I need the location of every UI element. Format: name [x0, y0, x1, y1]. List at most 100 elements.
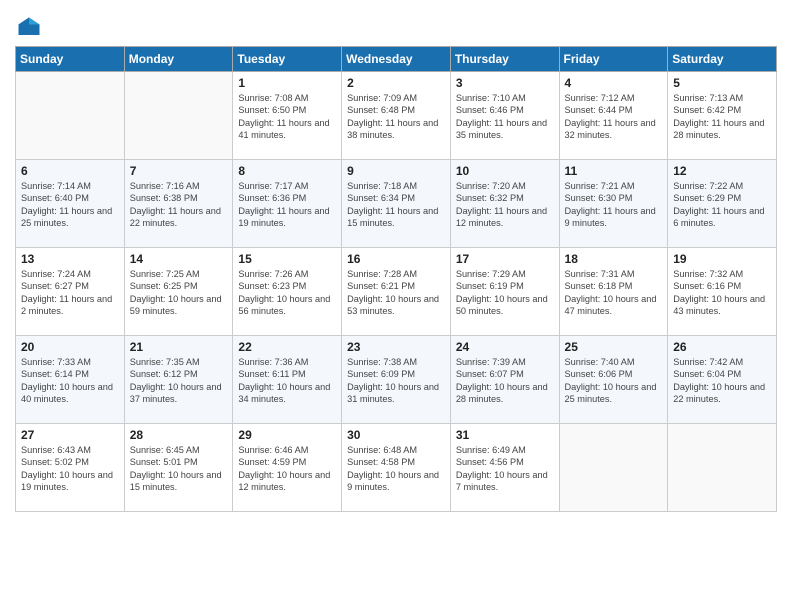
day-info: Sunrise: 7:24 AMSunset: 6:27 PMDaylight:… [21, 268, 119, 318]
day-cell: 21Sunrise: 7:35 AMSunset: 6:12 PMDayligh… [124, 336, 233, 424]
day-number: 14 [130, 252, 228, 266]
day-number: 12 [673, 164, 771, 178]
weekday-sunday: Sunday [16, 47, 125, 72]
day-cell: 13 Sunrise: 7:24 AMSunset: 6:27 PMDayligh… [16, 248, 125, 336]
week-row-3: 13 Sunrise: 7:24 AMSunset: 6:27 PMDayligh… [16, 248, 777, 336]
day-info: Sunrise: 7:10 AMSunset: 6:46 PMDaylight:… [456, 92, 554, 142]
day-cell: 14 Sunrise: 7:25 AMSunset: 6:25 PMDayligh… [124, 248, 233, 336]
day-cell: 20Sunrise: 7:33 AMSunset: 6:14 PMDayligh… [16, 336, 125, 424]
calendar-table: SundayMondayTuesdayWednesdayThursdayFrid… [15, 46, 777, 512]
day-number: 13 [21, 252, 119, 266]
day-info: Sunrise: 7:32 AMSunset: 6:16 PMDaylight:… [673, 268, 771, 318]
week-row-2: 6 Sunrise: 7:14 AMSunset: 6:40 PMDaylight… [16, 160, 777, 248]
day-info: Sunrise: 7:13 AMSunset: 6:42 PMDaylight:… [673, 92, 771, 142]
day-cell: 27 Sunrise: 6:43 AMSunset: 5:02 PMDayligh… [16, 424, 125, 512]
day-info: Sunrise: 6:45 AMSunset: 5:01 PMDaylight:… [130, 444, 228, 494]
day-number: 25 [565, 340, 663, 354]
day-cell: 16Sunrise: 7:28 AMSunset: 6:21 PMDayligh… [342, 248, 451, 336]
day-number: 8 [238, 164, 336, 178]
day-number: 20 [21, 340, 119, 354]
day-cell: 15 Sunrise: 7:26 AMSunset: 6:23 PMDayligh… [233, 248, 342, 336]
header [15, 10, 777, 42]
day-cell: 25Sunrise: 7:40 AMSunset: 6:06 PMDayligh… [559, 336, 668, 424]
day-number: 23 [347, 340, 445, 354]
day-info: Sunrise: 7:38 AMSunset: 6:09 PMDaylight:… [347, 356, 445, 406]
day-number: 31 [456, 428, 554, 442]
day-number: 22 [238, 340, 336, 354]
day-number: 26 [673, 340, 771, 354]
week-row-5: 27 Sunrise: 6:43 AMSunset: 5:02 PMDayligh… [16, 424, 777, 512]
day-cell: 29Sunrise: 6:46 AMSunset: 4:59 PMDayligh… [233, 424, 342, 512]
day-cell: 9Sunrise: 7:18 AMSunset: 6:34 PMDaylight… [342, 160, 451, 248]
day-info: Sunrise: 6:49 AMSunset: 4:56 PMDaylight:… [456, 444, 554, 494]
day-cell: 18Sunrise: 7:31 AMSunset: 6:18 PMDayligh… [559, 248, 668, 336]
day-info: Sunrise: 6:43 AMSunset: 5:02 PMDaylight:… [21, 444, 119, 494]
day-info: Sunrise: 6:48 AMSunset: 4:58 PMDaylight:… [347, 444, 445, 494]
day-cell: 12 Sunrise: 7:22 AMSunset: 6:29 PMDayligh… [668, 160, 777, 248]
day-info: Sunrise: 7:21 AMSunset: 6:30 PMDaylight:… [565, 180, 663, 230]
day-cell: 28 Sunrise: 6:45 AMSunset: 5:01 PMDayligh… [124, 424, 233, 512]
day-info: Sunrise: 7:42 AMSunset: 6:04 PMDaylight:… [673, 356, 771, 406]
day-info: Sunrise: 7:08 AMSunset: 6:50 PMDaylight:… [238, 92, 336, 142]
week-row-1: 1Sunrise: 7:08 AMSunset: 6:50 PMDaylight… [16, 72, 777, 160]
day-cell: 24 Sunrise: 7:39 AMSunset: 6:07 PMDayligh… [450, 336, 559, 424]
day-cell: 10 Sunrise: 7:20 AMSunset: 6:32 PMDayligh… [450, 160, 559, 248]
day-cell: 5 Sunrise: 7:13 AMSunset: 6:42 PMDaylight… [668, 72, 777, 160]
day-info: Sunrise: 7:31 AMSunset: 6:18 PMDaylight:… [565, 268, 663, 318]
day-cell [668, 424, 777, 512]
day-info: Sunrise: 7:12 AMSunset: 6:44 PMDaylight:… [565, 92, 663, 142]
day-cell: 17Sunrise: 7:29 AMSunset: 6:19 PMDayligh… [450, 248, 559, 336]
day-cell: 3Sunrise: 7:10 AMSunset: 6:46 PMDaylight… [450, 72, 559, 160]
day-cell: 6 Sunrise: 7:14 AMSunset: 6:40 PMDaylight… [16, 160, 125, 248]
day-cell: 2Sunrise: 7:09 AMSunset: 6:48 PMDaylight… [342, 72, 451, 160]
day-info: Sunrise: 7:20 AMSunset: 6:32 PMDaylight:… [456, 180, 554, 230]
day-cell: 26 Sunrise: 7:42 AMSunset: 6:04 PMDayligh… [668, 336, 777, 424]
day-info: Sunrise: 7:09 AMSunset: 6:48 PMDaylight:… [347, 92, 445, 142]
day-cell: 1Sunrise: 7:08 AMSunset: 6:50 PMDaylight… [233, 72, 342, 160]
weekday-tuesday: Tuesday [233, 47, 342, 72]
day-number: 17 [456, 252, 554, 266]
day-number: 11 [565, 164, 663, 178]
logo-icon [15, 14, 43, 42]
day-info: Sunrise: 7:25 AMSunset: 6:25 PMDaylight:… [130, 268, 228, 318]
weekday-friday: Friday [559, 47, 668, 72]
day-number: 24 [456, 340, 554, 354]
day-number: 28 [130, 428, 228, 442]
day-cell: 30 Sunrise: 6:48 AMSunset: 4:58 PMDayligh… [342, 424, 451, 512]
day-info: Sunrise: 7:39 AMSunset: 6:07 PMDaylight:… [456, 356, 554, 406]
day-info: Sunrise: 7:16 AMSunset: 6:38 PMDaylight:… [130, 180, 228, 230]
day-number: 21 [130, 340, 228, 354]
day-number: 15 [238, 252, 336, 266]
day-cell: 19 Sunrise: 7:32 AMSunset: 6:16 PMDayligh… [668, 248, 777, 336]
day-info: Sunrise: 6:46 AMSunset: 4:59 PMDaylight:… [238, 444, 336, 494]
day-number: 19 [673, 252, 771, 266]
day-cell: 22 Sunrise: 7:36 AMSunset: 6:11 PMDayligh… [233, 336, 342, 424]
day-cell: 4 Sunrise: 7:12 AMSunset: 6:44 PMDaylight… [559, 72, 668, 160]
day-info: Sunrise: 7:26 AMSunset: 6:23 PMDaylight:… [238, 268, 336, 318]
logo [15, 14, 47, 42]
day-number: 10 [456, 164, 554, 178]
weekday-thursday: Thursday [450, 47, 559, 72]
week-row-4: 20Sunrise: 7:33 AMSunset: 6:14 PMDayligh… [16, 336, 777, 424]
day-info: Sunrise: 7:36 AMSunset: 6:11 PMDaylight:… [238, 356, 336, 406]
day-cell: 31 Sunrise: 6:49 AMSunset: 4:56 PMDayligh… [450, 424, 559, 512]
day-info: Sunrise: 7:14 AMSunset: 6:40 PMDaylight:… [21, 180, 119, 230]
day-cell [559, 424, 668, 512]
day-cell [16, 72, 125, 160]
day-cell: 23 Sunrise: 7:38 AMSunset: 6:09 PMDayligh… [342, 336, 451, 424]
weekday-monday: Monday [124, 47, 233, 72]
day-cell: 7 Sunrise: 7:16 AMSunset: 6:38 PMDaylight… [124, 160, 233, 248]
day-number: 6 [21, 164, 119, 178]
day-cell [124, 72, 233, 160]
day-cell: 8Sunrise: 7:17 AMSunset: 6:36 PMDaylight… [233, 160, 342, 248]
page: SundayMondayTuesdayWednesdayThursdayFrid… [0, 0, 792, 612]
day-number: 5 [673, 76, 771, 90]
day-number: 27 [21, 428, 119, 442]
weekday-wednesday: Wednesday [342, 47, 451, 72]
day-number: 7 [130, 164, 228, 178]
day-cell: 11 Sunrise: 7:21 AMSunset: 6:30 PMDayligh… [559, 160, 668, 248]
day-info: Sunrise: 7:22 AMSunset: 6:29 PMDaylight:… [673, 180, 771, 230]
day-number: 30 [347, 428, 445, 442]
day-number: 4 [565, 76, 663, 90]
day-info: Sunrise: 7:28 AMSunset: 6:21 PMDaylight:… [347, 268, 445, 318]
